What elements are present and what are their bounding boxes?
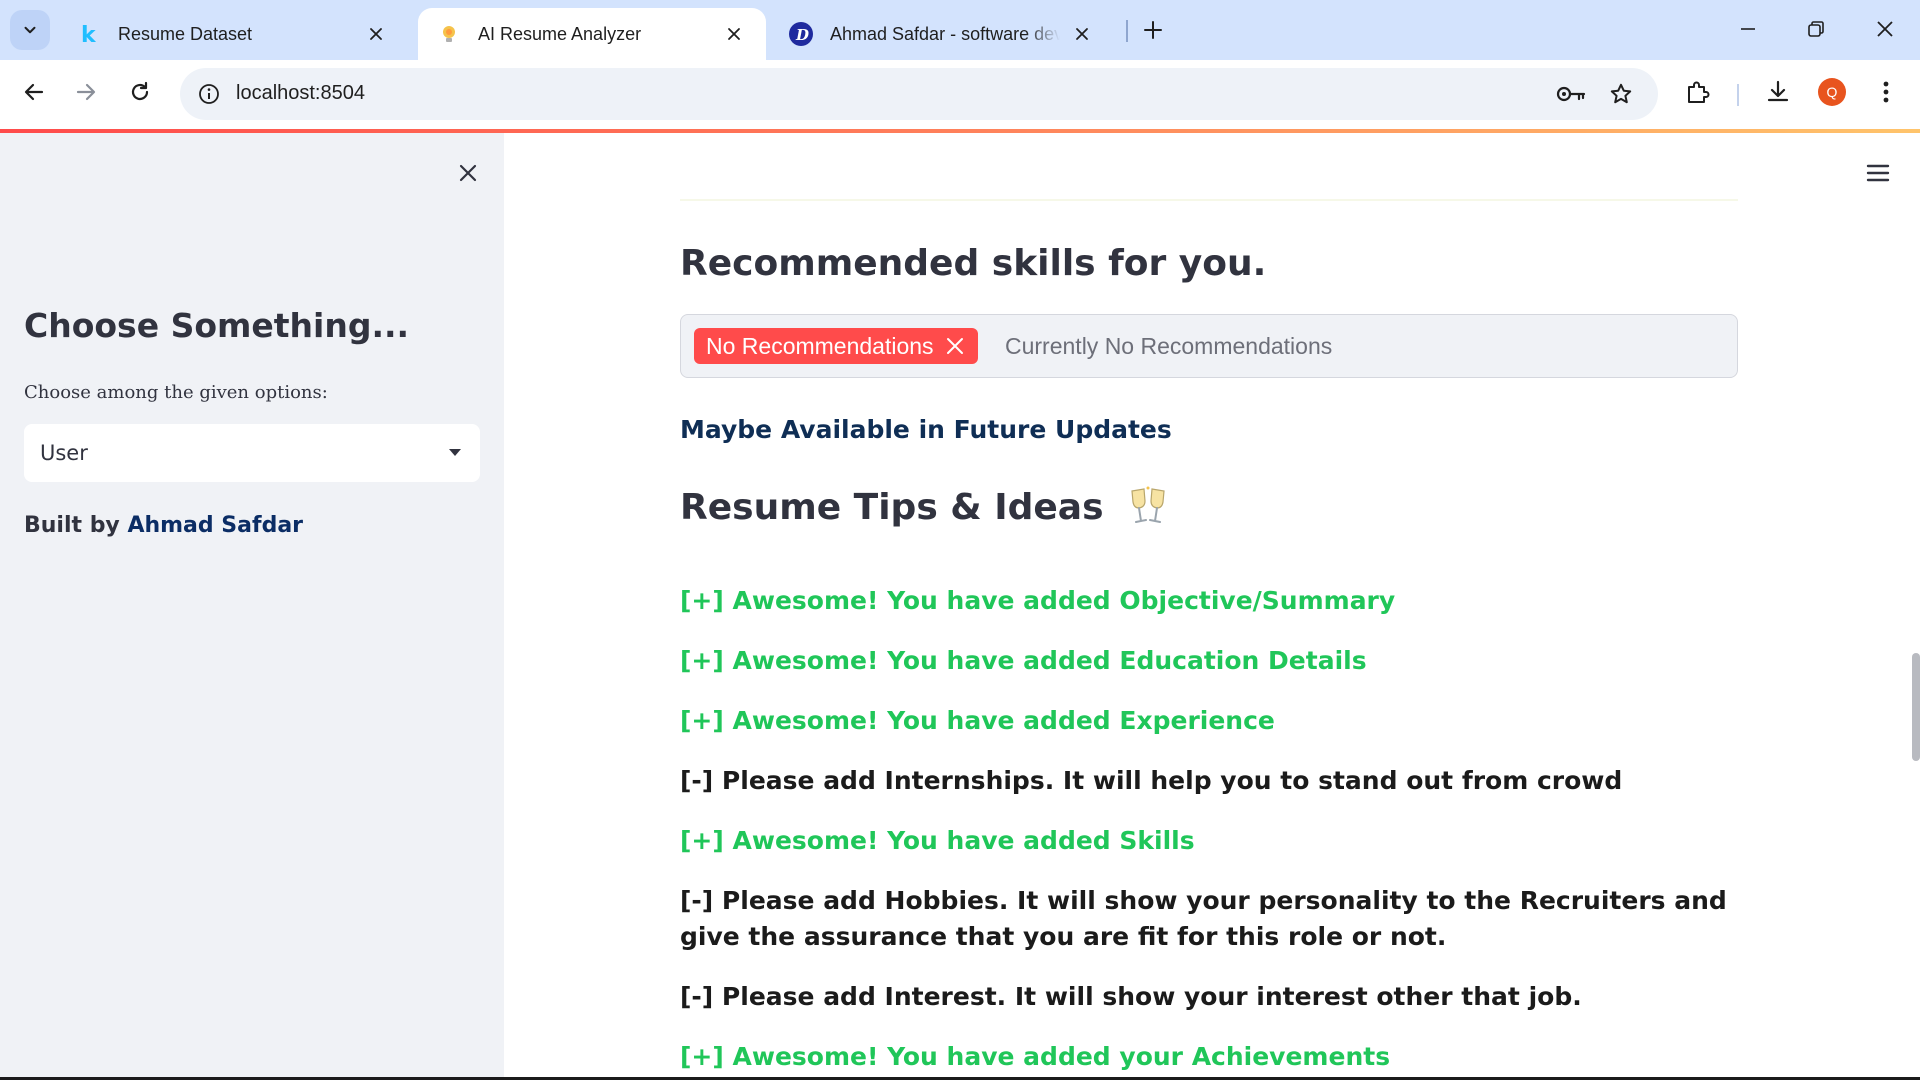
tip-item: [+] Awesome! You have added Skills	[680, 826, 1195, 855]
browser-menu-button[interactable]	[1868, 74, 1904, 110]
d-profile-icon: D	[788, 21, 814, 47]
recommended-skills-multiselect[interactable]: No Recommendations Currently No Recommen…	[680, 314, 1738, 378]
svg-text:D: D	[795, 26, 809, 44]
main-content: Recommended skills for you. No Recommend…	[504, 133, 1920, 1080]
profile-avatar[interactable]: Q	[1818, 78, 1846, 106]
tab-title: AI Resume Analyzer	[478, 23, 642, 44]
tab-ai-resume-analyzer[interactable]: AI Resume Analyzer	[418, 8, 766, 60]
tip-item: [+] Awesome! You have added Objective/Su…	[680, 586, 1396, 615]
profile-initial: Q	[1826, 84, 1838, 100]
hamburger-menu-icon	[1866, 164, 1890, 182]
tip-item: [+] Awesome! You have added your Achieve…	[680, 1042, 1391, 1071]
tab-title: Ahmad Safdar - software develo	[830, 23, 1060, 44]
tab-close-button[interactable]	[362, 20, 390, 48]
select-label: Choose among the given options:	[24, 382, 328, 403]
arrow-right-icon	[76, 83, 96, 101]
main-menu-button[interactable]	[1860, 155, 1896, 191]
sidebar-close-button[interactable]	[450, 155, 486, 191]
close-icon	[1877, 21, 1893, 37]
tab-close-button[interactable]	[1068, 20, 1096, 48]
resume-tips-list: [+] Awesome! You have added Objective/Su…	[680, 583, 1740, 1080]
built-by-prefix: Built by	[24, 513, 128, 538]
chevron-down-icon	[24, 26, 36, 34]
tip-item: [+] Awesome! You have added Experience	[680, 706, 1275, 735]
tab-close-button[interactable]	[720, 20, 748, 48]
close-icon	[1076, 28, 1088, 40]
svg-text:k: k	[81, 23, 97, 46]
built-by-text: Built by Ahmad Safdar	[24, 513, 303, 538]
chip-label: No Recommendations	[706, 332, 934, 359]
tip-item: [-] Please add Internships. It will help…	[680, 766, 1623, 795]
tab-ahmad-safdar[interactable]: D Ahmad Safdar - software develo	[770, 8, 1114, 60]
restore-button[interactable]	[1793, 8, 1839, 50]
reload-button[interactable]	[120, 72, 160, 112]
caret-down-icon	[449, 449, 461, 456]
future-updates-text: Maybe Available in Future Updates	[680, 415, 1172, 444]
scrollbar-thumb[interactable]	[1912, 653, 1920, 761]
close-icon	[459, 164, 477, 182]
arrow-left-icon	[24, 83, 44, 101]
close-icon	[946, 338, 963, 354]
multiselect-placeholder: Currently No Recommendations	[1005, 333, 1333, 359]
chip-remove-button[interactable]	[944, 335, 966, 357]
reload-icon	[131, 81, 149, 101]
close-icon	[728, 28, 740, 40]
close-icon	[370, 28, 382, 40]
author-link[interactable]: Ahmad Safdar	[127, 513, 303, 538]
select-value: User	[40, 441, 88, 465]
resume-tips-heading: Resume Tips & Ideas	[680, 485, 1170, 529]
tab-separator	[1126, 20, 1128, 42]
extensions-puzzle-icon[interactable]	[1680, 74, 1716, 110]
browser-tab-bar: k Resume Dataset AI Resume Analyzer D Ah…	[0, 0, 1920, 60]
url-text[interactable]: localhost:8504	[236, 82, 365, 105]
sidebar: Choose Something... Choose among the giv…	[0, 133, 504, 1080]
site-info-icon[interactable]	[194, 79, 224, 109]
recommended-skills-heading: Recommended skills for you.	[680, 243, 1267, 284]
sidebar-title: Choose Something...	[24, 306, 410, 345]
tab-search-button[interactable]	[10, 10, 50, 50]
minimize-icon	[1741, 28, 1755, 30]
address-bar[interactable]: localhost:8504	[180, 68, 1658, 120]
user-type-select[interactable]: User	[24, 424, 480, 482]
divider	[680, 199, 1738, 201]
forward-button[interactable]	[66, 72, 106, 112]
download-icon[interactable]	[1760, 74, 1796, 110]
back-button[interactable]	[14, 72, 54, 112]
minimize-button[interactable]	[1725, 8, 1771, 50]
resume-tips-heading-text: Resume Tips & Ideas	[680, 486, 1104, 528]
plus-icon	[1144, 21, 1162, 39]
toolbar-separator	[1737, 84, 1739, 106]
kebab-menu-icon	[1883, 81, 1889, 103]
streamlit-icon	[436, 21, 462, 47]
browser-toolbar: localhost:8504 Q	[0, 60, 1920, 129]
skill-chip[interactable]: No Recommendations	[694, 328, 978, 364]
tab-title: Resume Dataset	[118, 23, 253, 44]
new-tab-button[interactable]	[1136, 12, 1170, 48]
tip-item: [-] Please add Interest. It will show yo…	[680, 982, 1582, 1011]
clinking-glasses-icon	[1126, 485, 1170, 529]
window-close-button[interactable]	[1862, 8, 1908, 50]
tip-item: [-] Please add Hobbies. It will show you…	[680, 886, 1727, 951]
password-key-icon[interactable]	[1556, 79, 1586, 109]
tab-resume-dataset[interactable]: k Resume Dataset	[58, 8, 408, 60]
restore-icon	[1808, 21, 1824, 37]
tip-item: [+] Awesome! You have added Education De…	[680, 646, 1367, 675]
kaggle-k-icon: k	[76, 21, 102, 47]
bookmark-star-icon[interactable]	[1606, 79, 1636, 109]
